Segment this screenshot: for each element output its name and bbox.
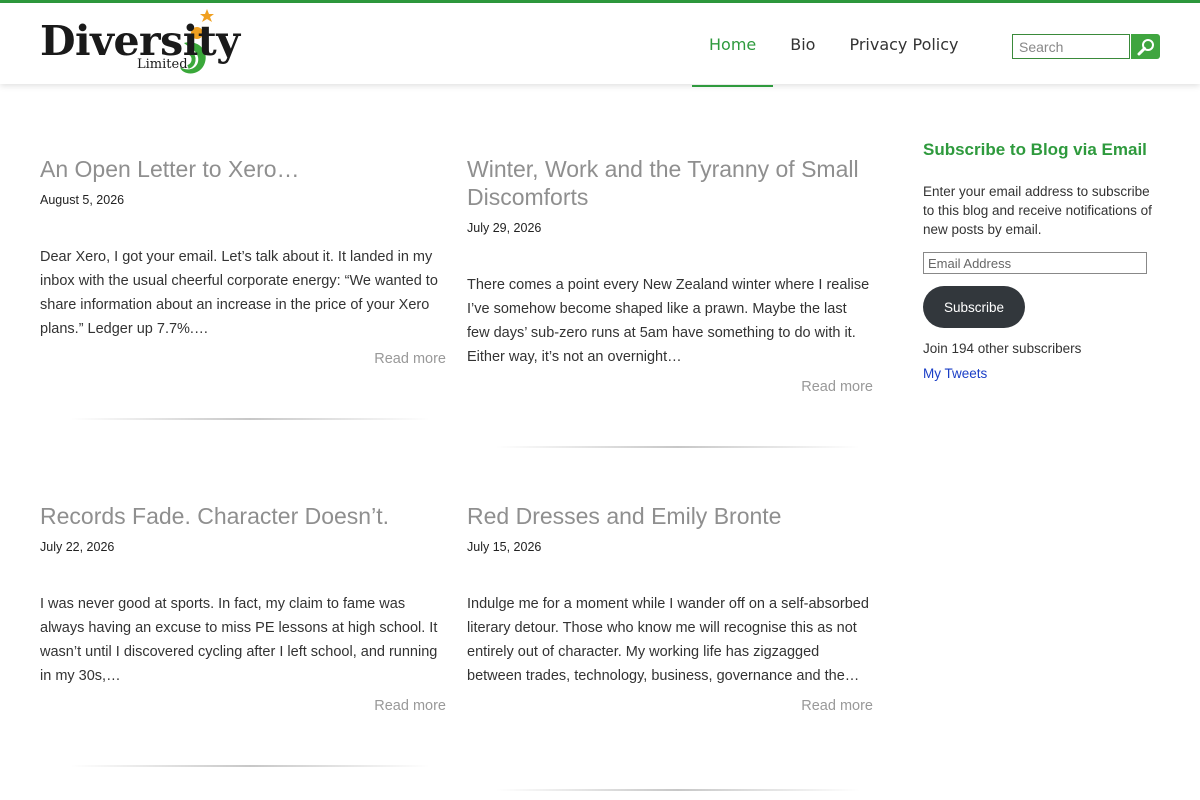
subscriber-count: Join 194 other subscribers [923,341,1082,356]
nav-item-home[interactable]: Home [692,6,774,87]
subscribe-description: Enter your email address to subscribe to… [923,184,1152,237]
post-divider [70,418,430,420]
my-tweets-link[interactable]: My Tweets [923,366,1163,381]
post-date: August 5, 2026 [40,193,125,207]
post-card: Winter, Work and the Tyranny of Small Di… [467,155,873,395]
subscribe-widget-title: Subscribe to Blog via Email [923,140,1147,159]
post-date: July 29, 2026 [467,221,542,235]
post-title-link[interactable]: Winter, Work and the Tyranny of Small Di… [467,155,873,211]
site-logo[interactable]: Diversity Limited [40,9,260,81]
post-title-link[interactable]: Red Dresses and Emily Bronte [467,502,873,530]
post-card: Records Fade. Character Doesn’t. July 22… [40,502,446,714]
read-more-link[interactable]: Read more [40,698,446,714]
post-divider [495,446,860,448]
post-date: July 22, 2026 [40,540,115,554]
subscribe-button[interactable]: Subscribe [923,286,1025,328]
main-nav: Home Bio Privacy Policy [692,6,976,87]
post-title-link[interactable]: An Open Letter to Xero… [40,155,446,183]
post-excerpt: Dear Xero, I got your email. Let’s talk … [40,249,438,337]
post-divider [70,765,430,767]
post-excerpt: I was never good at sports. In fact, my … [40,596,438,684]
post-date: July 15, 2026 [467,540,542,554]
post-excerpt: There comes a point every New Zealand wi… [467,277,870,365]
search-button[interactable] [1131,34,1160,59]
post-card: Red Dresses and Emily Bronte July 15, 20… [467,502,873,714]
read-more-link[interactable]: Read more [40,351,446,367]
nav-item-bio[interactable]: Bio [773,6,832,87]
nav-item-privacy-policy[interactable]: Privacy Policy [832,6,975,87]
magnifier-icon [1137,38,1154,55]
search-input[interactable] [1012,34,1130,59]
post-excerpt: Indulge me for a moment while I wander o… [467,596,869,684]
logo-subtext: Limited [137,57,188,72]
post-divider [495,789,860,791]
site-header: Diversity Limited Home Bio Privacy Polic… [0,3,1200,87]
post-card: An Open Letter to Xero… August 5, 2026 D… [40,155,446,367]
read-more-link[interactable]: Read more [467,698,873,714]
post-title-link[interactable]: Records Fade. Character Doesn’t. [40,502,446,530]
sidebar: Subscribe to Blog via Email Enter your e… [923,138,1163,381]
email-field[interactable] [923,252,1147,274]
read-more-link[interactable]: Read more [467,379,873,395]
